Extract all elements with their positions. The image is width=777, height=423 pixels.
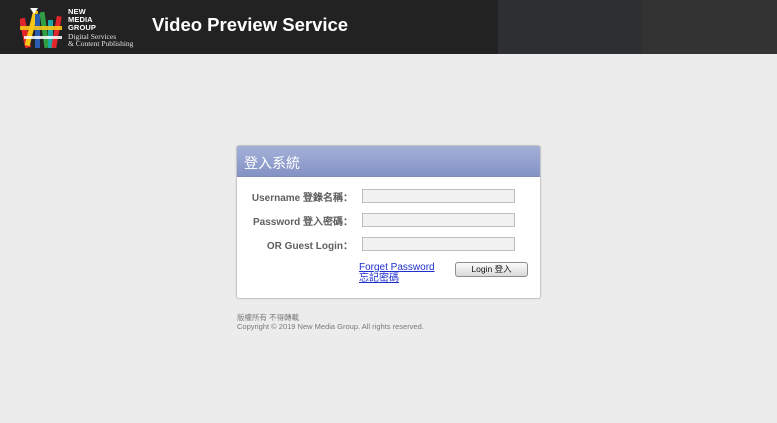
footer-copyright: Copyright © 2019 New Media Group. All ri… bbox=[237, 322, 424, 331]
top-header: NEW MEDIA GROUP Digital Services & Conte… bbox=[0, 0, 777, 54]
header-panel-left bbox=[498, 0, 642, 54]
username-label: Username 登錄名稱： bbox=[251, 193, 353, 204]
company-logo[interactable]: NEW MEDIA GROUP Digital Services & Conte… bbox=[20, 6, 148, 50]
logo-text-group: GROUP bbox=[68, 23, 97, 32]
logo-text-content-publishing: & Content Publishing bbox=[68, 39, 134, 48]
login-button[interactable]: Login 登入 bbox=[455, 262, 528, 277]
login-panel: 登入系統 Username 登錄名稱： Password 登入密碼： OR Gu… bbox=[236, 145, 541, 299]
logo-mark-icon bbox=[20, 8, 62, 49]
login-panel-title: 登入系統 bbox=[244, 155, 300, 171]
app-title: Video Preview Service bbox=[152, 14, 349, 35]
password-label: Password 登入密碼： bbox=[252, 217, 353, 228]
guest-login-input[interactable] bbox=[362, 237, 515, 251]
login-panel-header: 登入系統 bbox=[237, 146, 540, 177]
forget-password-link-zh: 忘記密碼 bbox=[359, 273, 399, 284]
header-panel-right bbox=[642, 0, 777, 54]
guest-login-label: OR Guest Login： bbox=[266, 241, 353, 252]
forget-password-link-en: Forget Password bbox=[359, 262, 435, 273]
forget-password-link[interactable]: Forget Password 忘記密碼 bbox=[359, 262, 435, 284]
username-input[interactable] bbox=[362, 189, 515, 203]
password-input[interactable] bbox=[362, 213, 515, 227]
